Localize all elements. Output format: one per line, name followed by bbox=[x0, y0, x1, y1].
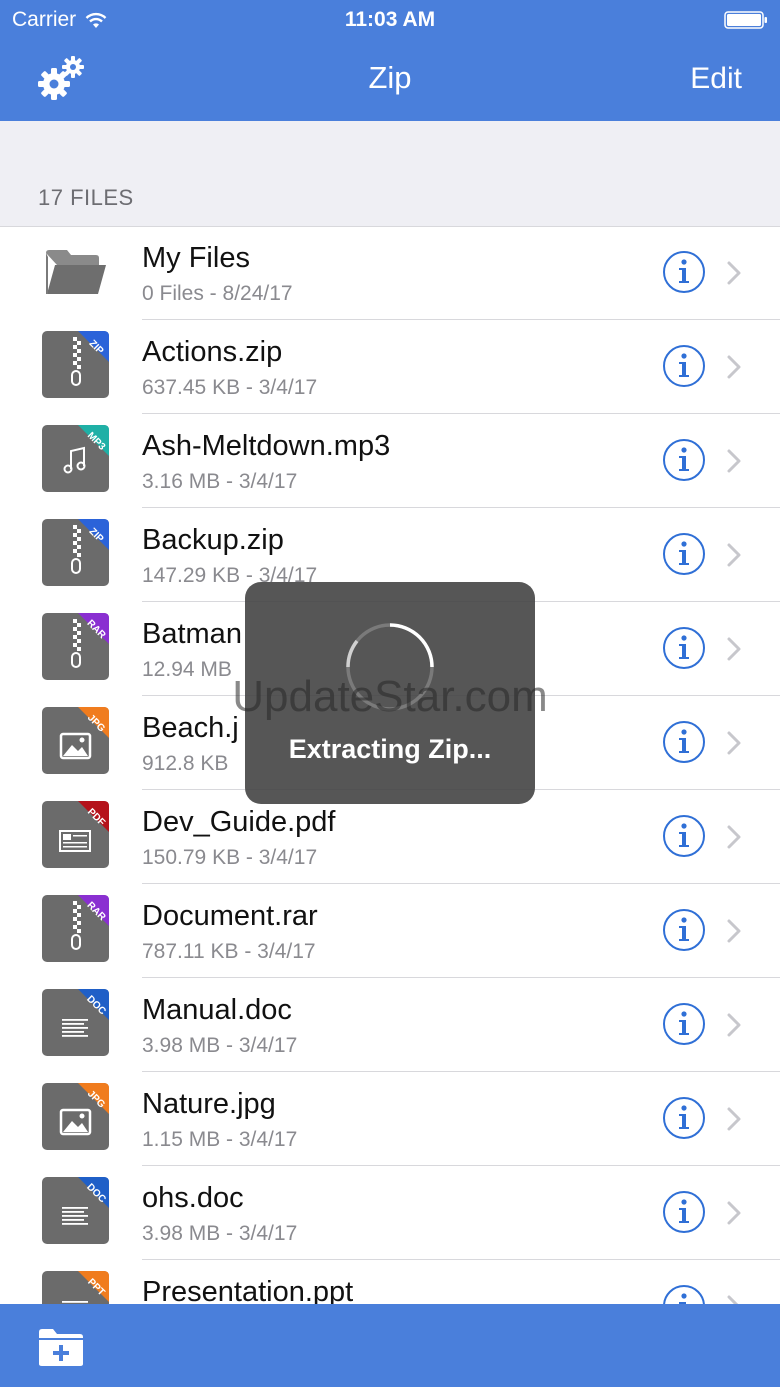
section-header: 17 FILES bbox=[0, 121, 780, 227]
chevron-right-icon bbox=[727, 543, 741, 567]
file-count-label: 17 FILES bbox=[38, 185, 134, 210]
file-name: Nature.jpg bbox=[142, 1088, 276, 1120]
info-icon[interactable] bbox=[662, 250, 706, 294]
file-name: Document.rar bbox=[142, 900, 318, 932]
chevron-right-icon bbox=[727, 1295, 739, 1304]
mp3-file-icon bbox=[42, 425, 109, 492]
rar-file-icon bbox=[42, 895, 109, 962]
extracting-progress-hud: Extracting Zip... bbox=[245, 582, 535, 804]
info-icon[interactable] bbox=[662, 1096, 706, 1140]
new-folder-icon[interactable] bbox=[36, 1326, 86, 1368]
info-icon[interactable] bbox=[662, 814, 706, 858]
file-name: Backup.zip bbox=[142, 524, 284, 556]
file-meta: 3.98 MB - 3/4/17 bbox=[142, 1034, 298, 1057]
file-name: Batman bbox=[142, 618, 242, 650]
file-row[interactable]: JPG Nature.jpg 1.15 MB - 3/4/17 bbox=[0, 1072, 780, 1166]
file-meta: 637.45 KB - 3/4/17 bbox=[142, 376, 318, 399]
info-icon[interactable] bbox=[662, 1002, 706, 1046]
jpg-file-icon bbox=[42, 1083, 109, 1150]
file-row[interactable]: DOC Manual.doc 3.98 MB - 3/4/17 bbox=[0, 978, 780, 1072]
file-row[interactable]: My Files 0 Files - 8/24/17 bbox=[0, 226, 780, 320]
edit-button[interactable]: Edit bbox=[690, 62, 742, 96]
info-icon[interactable] bbox=[662, 626, 706, 670]
folder-icon bbox=[46, 250, 106, 294]
file-name: Manual.doc bbox=[142, 994, 292, 1026]
file-name: Presentation.ppt bbox=[142, 1276, 354, 1304]
file-meta: 12.94 MB bbox=[142, 658, 232, 681]
file-meta: 912.8 KB bbox=[142, 752, 229, 775]
status-time: 11:03 AM bbox=[344, 8, 436, 31]
chevron-right-icon bbox=[727, 1107, 741, 1131]
file-row[interactable]: PDF Dev_Guide.pdf 150.79 KB - 3/4/17 bbox=[0, 790, 780, 884]
chevron-right-icon bbox=[727, 355, 741, 379]
file-row[interactable]: RAR Document.rar 787.11 KB - 3/4/17 bbox=[0, 884, 780, 978]
spinner-icon bbox=[346, 623, 434, 711]
info-icon[interactable] bbox=[662, 532, 706, 576]
info-icon[interactable] bbox=[662, 1190, 706, 1234]
info-icon[interactable] bbox=[662, 908, 706, 952]
chevron-right-icon bbox=[727, 731, 741, 755]
file-row[interactable]: PPT Presentation.ppt bbox=[0, 1260, 780, 1304]
file-name: ohs.doc bbox=[142, 1182, 244, 1214]
zip-file-icon bbox=[42, 331, 109, 398]
chevron-right-icon bbox=[727, 1013, 741, 1037]
file-row[interactable]: ZIP Actions.zip 637.45 KB - 3/4/17 bbox=[0, 320, 780, 414]
chevron-right-icon bbox=[727, 637, 741, 661]
status-bar: Carrier 11:03 AM bbox=[0, 0, 780, 40]
file-name: Actions.zip bbox=[142, 336, 283, 368]
chevron-right-icon bbox=[727, 919, 741, 943]
file-meta: 3.16 MB - 3/4/17 bbox=[142, 470, 298, 493]
info-icon[interactable] bbox=[662, 344, 706, 388]
nav-bar: Zip Edit bbox=[0, 40, 780, 121]
chevron-right-icon bbox=[727, 825, 741, 849]
chevron-right-icon bbox=[727, 449, 741, 473]
file-meta: 0 Files - 8/24/17 bbox=[142, 282, 293, 305]
jpg-file-icon bbox=[42, 707, 109, 774]
file-name: Beach.j bbox=[142, 712, 239, 744]
hud-label: Extracting Zip... bbox=[288, 734, 492, 764]
info-icon[interactable] bbox=[662, 720, 706, 764]
doc-file-icon bbox=[42, 1177, 109, 1244]
file-meta: 787.11 KB - 3/4/17 bbox=[142, 940, 316, 963]
zip-file-icon bbox=[42, 519, 109, 586]
page-title: Zip bbox=[368, 60, 412, 95]
file-meta: 150.79 KB - 3/4/17 bbox=[142, 846, 318, 869]
info-icon[interactable] bbox=[662, 438, 706, 482]
bottom-toolbar bbox=[0, 1304, 780, 1387]
file-meta: 1.15 MB - 3/4/17 bbox=[142, 1128, 298, 1151]
chevron-right-icon bbox=[727, 1201, 741, 1225]
file-name: Ash-Meltdown.mp3 bbox=[142, 430, 391, 462]
file-name: Dev_Guide.pdf bbox=[142, 806, 336, 838]
file-row[interactable]: DOC ohs.doc 3.98 MB - 3/4/17 bbox=[0, 1166, 780, 1260]
info-icon[interactable] bbox=[662, 1284, 706, 1304]
battery-icon bbox=[724, 11, 767, 29]
file-meta: 3.98 MB - 3/4/17 bbox=[142, 1222, 298, 1245]
pdf-file-icon bbox=[42, 801, 109, 868]
doc-file-icon bbox=[42, 989, 109, 1056]
chevron-right-icon bbox=[727, 261, 741, 285]
rar-file-icon bbox=[42, 613, 109, 680]
file-row[interactable]: MP3 Ash-Meltdown.mp3 3.16 MB - 3/4/17 bbox=[0, 414, 780, 508]
file-name: My Files bbox=[142, 242, 250, 274]
